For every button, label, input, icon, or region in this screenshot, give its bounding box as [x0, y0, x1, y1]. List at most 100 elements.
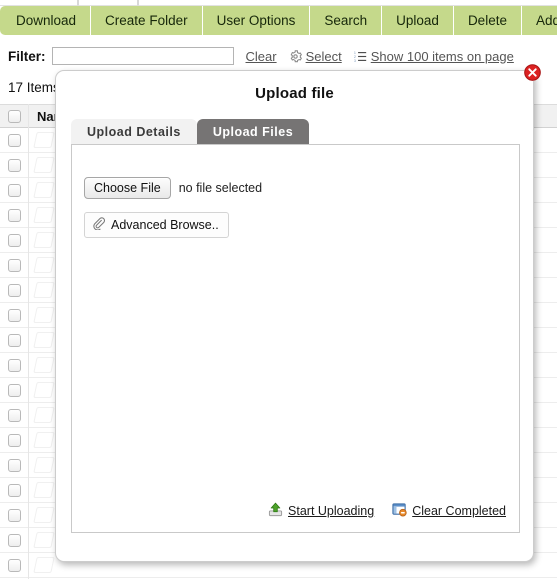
- gear-icon: [289, 49, 302, 63]
- toolbar-item-label: Create Folder: [105, 13, 188, 28]
- dialog-tabs: Upload Details Upload Files: [71, 119, 310, 144]
- file-icon: [33, 482, 55, 498]
- row-select-cell: [0, 333, 28, 347]
- filter-label: Filter:: [8, 48, 46, 64]
- panel-actions: Start Uploading Clear Completed: [268, 502, 506, 520]
- svg-text:3: 3: [354, 59, 356, 63]
- start-uploading-link[interactable]: Start Uploading: [268, 502, 374, 520]
- toolbar-item-add-to-basket[interactable]: Add To Basket: [522, 6, 557, 35]
- select-all-checkbox[interactable]: [7, 109, 21, 123]
- filter-input[interactable]: [51, 47, 234, 65]
- row-checkbox[interactable]: [7, 383, 21, 397]
- row-select-cell: [0, 258, 28, 272]
- tab-label: Upload Files: [212, 124, 294, 139]
- item-count-text: 17 Items: [8, 80, 60, 95]
- toolbar-item-user-options[interactable]: User Options: [203, 6, 311, 35]
- toolbar-item-label: Delete: [467, 13, 507, 28]
- paperclip-icon: [92, 217, 105, 233]
- row-checkbox[interactable]: [7, 158, 21, 172]
- selected-file-status: no file selected: [178, 181, 263, 195]
- row-select-cell: [0, 183, 28, 197]
- toolbar-item-download[interactable]: Download: [0, 6, 92, 35]
- row-checkbox[interactable]: [7, 133, 21, 147]
- row-checkbox[interactable]: [7, 558, 21, 572]
- file-icon: [33, 507, 55, 523]
- toolbar-item-label: Upload: [396, 13, 439, 28]
- row-checkbox[interactable]: [7, 208, 21, 222]
- row-select-cell: [0, 508, 28, 522]
- file-icon: [33, 132, 55, 148]
- file-icon: [33, 257, 55, 273]
- clear-filter-link[interactable]: Clear: [246, 49, 277, 64]
- row-select-cell: [0, 458, 28, 472]
- toolbar-item-delete[interactable]: Delete: [454, 6, 522, 35]
- row-checkbox[interactable]: [7, 258, 21, 272]
- file-icon: [33, 282, 55, 298]
- row-checkbox[interactable]: [7, 408, 21, 422]
- row-select-cell: [0, 133, 28, 147]
- row-select-cell: [0, 483, 28, 497]
- row-checkbox[interactable]: [7, 483, 21, 497]
- advanced-browse-label: Advanced Browse..: [111, 218, 219, 232]
- dialog-title: Upload file: [255, 85, 334, 102]
- file-icon: [33, 382, 55, 398]
- upload-icon: [268, 502, 283, 520]
- upload-file-dialog: Upload file Upload Details Upload Files …: [55, 63, 542, 562]
- file-icon: [33, 557, 55, 573]
- row-checkbox[interactable]: [7, 183, 21, 197]
- clear-completed-label: Clear Completed: [412, 504, 506, 518]
- main-toolbar: Download Create Folder User Options Sear…: [0, 6, 557, 35]
- select-link[interactable]: Select: [306, 49, 342, 64]
- file-icon: [33, 157, 55, 173]
- row-select-cell: [0, 533, 28, 547]
- advanced-browse-button[interactable]: Advanced Browse..: [84, 212, 229, 238]
- filter-bar: Filter: Clear Select 1 2 3 Show 100 item…: [0, 44, 557, 68]
- file-icon: [33, 532, 55, 548]
- file-icon: [33, 207, 55, 223]
- row-checkbox[interactable]: [7, 508, 21, 522]
- row-checkbox[interactable]: [7, 358, 21, 372]
- file-icon: [33, 457, 55, 473]
- row-select-cell: [0, 283, 28, 297]
- file-icon: [33, 232, 55, 248]
- row-checkbox[interactable]: [7, 433, 21, 447]
- tab-upload-files[interactable]: Upload Files: [196, 119, 310, 144]
- upload-files-panel: Choose File no file selected Advanced Br…: [71, 144, 520, 533]
- toolbar-item-search[interactable]: Search: [310, 6, 383, 35]
- choose-file-button[interactable]: Choose File: [84, 177, 171, 199]
- row-checkbox[interactable]: [7, 458, 21, 472]
- file-icon: [33, 307, 55, 323]
- show-items-link[interactable]: Show 100 items on page: [371, 49, 514, 64]
- clear-completed-link[interactable]: Clear Completed: [392, 502, 506, 520]
- row-select-cell: [0, 358, 28, 372]
- row-checkbox[interactable]: [7, 333, 21, 347]
- toolbar-item-label: Search: [324, 13, 368, 28]
- file-icon: [33, 432, 55, 448]
- table-column-divider: [28, 104, 29, 579]
- file-input-row: Choose File no file selected: [84, 177, 262, 199]
- close-dialog-button[interactable]: [523, 63, 542, 82]
- row-select-cell: [0, 158, 28, 172]
- row-checkbox[interactable]: [7, 533, 21, 547]
- row-select-cell: [0, 233, 28, 247]
- toolbar-item-create-folder[interactable]: Create Folder: [91, 6, 203, 35]
- toolbar-item-label: Download: [16, 13, 77, 28]
- row-select-cell: [0, 308, 28, 322]
- toolbar-item-label: User Options: [216, 13, 296, 28]
- file-icon: [33, 407, 55, 423]
- row-checkbox[interactable]: [7, 233, 21, 247]
- row-checkbox[interactable]: [7, 308, 21, 322]
- numbered-list-icon: 1 2 3: [354, 50, 367, 63]
- row-checkbox[interactable]: [7, 283, 21, 297]
- select-control[interactable]: Select: [289, 49, 342, 64]
- toolbar-item-upload[interactable]: Upload: [382, 6, 454, 35]
- row-select-cell: [0, 408, 28, 422]
- toolbar-item-label: Add To Basket: [535, 13, 557, 28]
- tab-upload-details[interactable]: Upload Details: [71, 119, 197, 144]
- file-icon: [33, 182, 55, 198]
- tab-label: Upload Details: [87, 124, 181, 139]
- row-select-cell: [0, 433, 28, 447]
- select-all-cell: [0, 109, 28, 123]
- file-icon: [33, 332, 55, 348]
- show-items-control[interactable]: 1 2 3 Show 100 items on page: [354, 49, 514, 64]
